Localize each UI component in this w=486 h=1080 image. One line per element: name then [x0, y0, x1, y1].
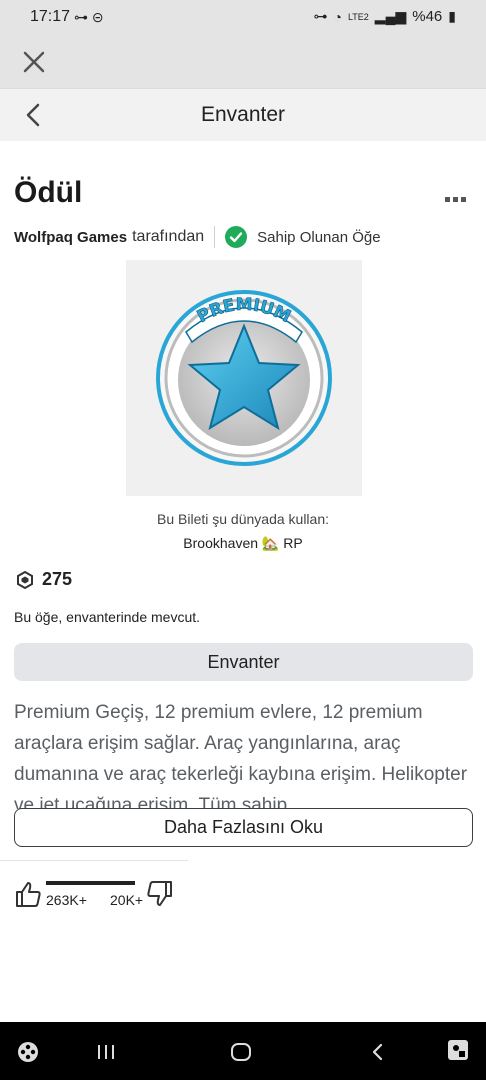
system-navigation-bar [0, 1022, 486, 1080]
by-label: tarafından [132, 228, 205, 245]
navigation-bar: Envanter [0, 88, 486, 141]
recent-apps-icon[interactable] [96, 1042, 116, 1062]
status-right-icons: ⊶ ◔ LTE2 ▂▄▆ %46 ▮ [313, 8, 456, 25]
read-more-button[interactable]: Daha Fazlasını Oku [14, 808, 473, 847]
section-divider [0, 860, 188, 861]
like-count: 263K+ [46, 892, 87, 908]
checkmark-icon [225, 226, 248, 248]
key-icon: ⊶ [74, 9, 88, 25]
home-icon[interactable] [230, 1042, 252, 1062]
owned-note: Bu öğe, envanterinde mevcut. [14, 609, 201, 625]
back-icon[interactable] [368, 1042, 388, 1062]
status-bar: 17:17 ⊶ ⊝ ⊶ ◔ LTE2 ▂▄▆ %46 ▮ [0, 0, 486, 36]
item-description: Premium Geçiş, 12 premium evlere, 12 pre… [14, 702, 468, 809]
thumbs-down-icon[interactable] [146, 880, 174, 908]
premium-star-badge: PREMIUM [156, 290, 332, 466]
game-tools-icon[interactable] [446, 1038, 470, 1062]
vpn-key-icon: ⊶ [313, 8, 328, 24]
dislike-count: 20K+ [110, 892, 144, 908]
divider [214, 226, 216, 248]
creator-row: Wolfpaq Games tarafından Sahip Olunan Öğ… [14, 226, 381, 248]
price-row: 275 [16, 569, 72, 590]
vote-section: 263K+ 20K+ [14, 878, 184, 918]
more-options-icon[interactable] [444, 196, 468, 204]
vote-ratio-bar [46, 881, 135, 885]
item-thumbnail: PREMIUM [126, 260, 362, 496]
use-in-world-label: Bu Bileti şu dünyada kullan: [157, 511, 329, 527]
status-left-icons: ⊶ ⊝ [74, 9, 104, 26]
owned-status-label: Sahip Olunan Öğe [257, 228, 381, 246]
status-time: 17:17 [30, 8, 71, 25]
close-icon[interactable] [20, 48, 48, 76]
battery-icon: ▮ [448, 8, 456, 24]
wifi-icon: ◔ [333, 8, 342, 25]
signal-icon: ▂▄▆ [374, 8, 407, 24]
network-label: LTE2 [347, 11, 369, 22]
webview-top-bar [0, 36, 486, 88]
game-launcher-icon[interactable] [16, 1040, 40, 1064]
page-title: Envanter [200, 103, 286, 126]
item-title: Ödül [14, 176, 83, 209]
price-value: 275 [42, 569, 73, 589]
thumbs-up-icon[interactable] [14, 880, 42, 908]
battery-percentage: %46 [412, 8, 443, 25]
dnd-icon: ⊝ [91, 9, 104, 25]
world-link[interactable]: Brookhaven 🏡 RP [0, 535, 486, 552]
creator-link[interactable]: Wolfpaq Games [14, 229, 127, 246]
inventory-button[interactable]: Envanter [14, 643, 473, 681]
robux-icon [17, 570, 33, 589]
